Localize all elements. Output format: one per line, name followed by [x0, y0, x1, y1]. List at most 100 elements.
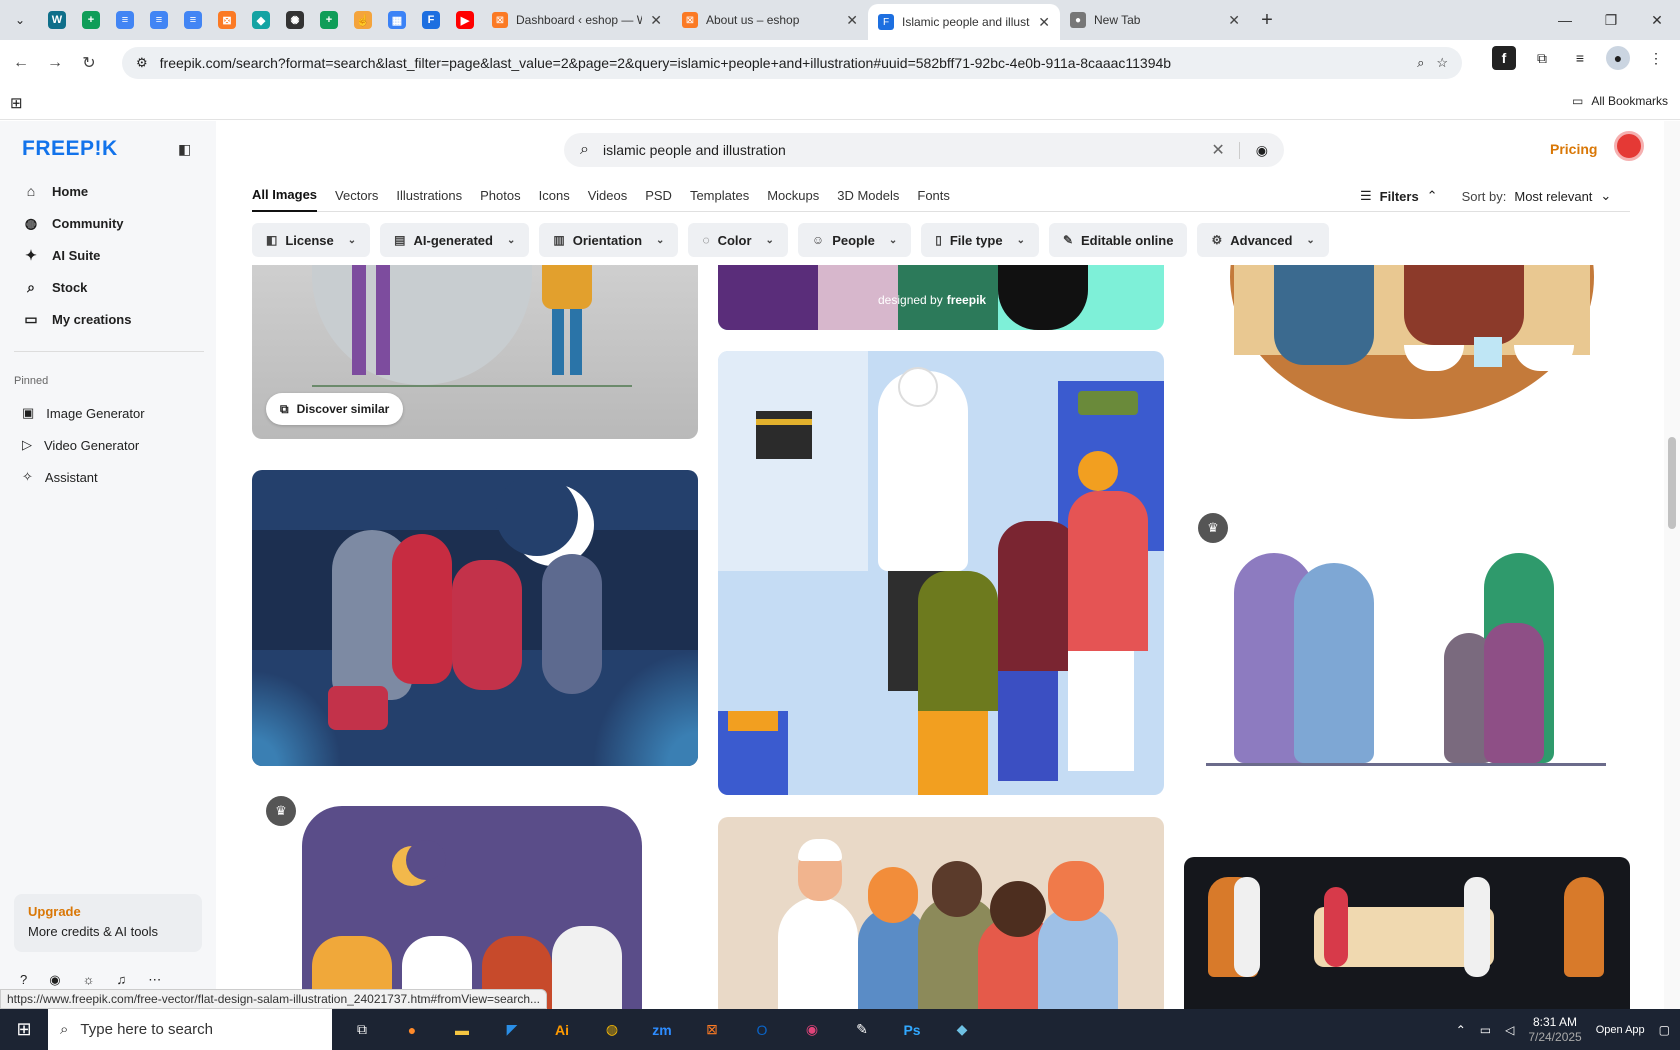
tab-videos[interactable]: Videos — [588, 180, 628, 212]
sidebar-item-stock[interactable]: ⌕ Stock — [14, 271, 204, 303]
image-card[interactable] — [252, 470, 698, 766]
image-card[interactable] — [718, 817, 1164, 1009]
tab-search-chevron-icon[interactable]: ⌄ — [0, 0, 40, 40]
browser-tab[interactable]: ● New Tab ✕ — [1060, 0, 1250, 40]
url-field[interactable]: ⚙ freepik.com/search?format=search&last_… — [122, 47, 1462, 79]
search-bar[interactable]: ⌕ islamic people and illustration ✕ ◉ — [564, 133, 1284, 167]
image-card[interactable] — [1184, 857, 1630, 1009]
tab-icons[interactable]: Icons — [539, 180, 570, 212]
zoom-icon[interactable]: ⌕ — [1417, 55, 1424, 71]
tab-vectors[interactable]: Vectors — [335, 180, 378, 212]
close-tab-icon[interactable]: ✕ — [650, 12, 662, 29]
sidebar-item-my-creations[interactable]: ▭ My creations — [14, 303, 204, 335]
close-window-icon[interactable]: ✕ — [1634, 0, 1680, 40]
taskbar-search[interactable]: ⌕ Type here to search — [48, 1009, 332, 1050]
pinned-tab[interactable]: ≡ — [176, 0, 210, 40]
filter-editable-online[interactable]: ✎ Editable online — [1048, 223, 1188, 257]
collapse-sidebar-icon[interactable]: ◧ — [178, 141, 191, 158]
theme-icon[interactable]: ☼ — [83, 972, 95, 988]
image-card[interactable]: ♛ — [1184, 513, 1630, 783]
tab-templates[interactable]: Templates — [690, 180, 749, 212]
tab-psd[interactable]: PSD — [645, 180, 672, 212]
discord-icon[interactable]: ◉ — [49, 972, 60, 988]
site-info-icon[interactable]: ⚙ — [136, 55, 148, 71]
extensions-puzzle-icon[interactable]: ⧉ — [1530, 46, 1554, 70]
camera-search-icon[interactable]: ◉ — [1238, 141, 1268, 159]
reload-icon[interactable]: ↻ — [72, 46, 106, 80]
close-tab-icon[interactable]: ✕ — [846, 12, 858, 29]
photoshop-icon[interactable]: Ps — [888, 1009, 936, 1050]
image-card[interactable]: designed by freepik — [718, 265, 1164, 330]
upgrade-card[interactable]: Upgrade More credits & AI tools — [14, 894, 202, 952]
pinned-tab[interactable]: ▶ — [448, 0, 482, 40]
minimize-icon[interactable]: — — [1542, 0, 1588, 40]
tab-illustrations[interactable]: Illustrations — [396, 180, 462, 212]
pinned-tab[interactable]: W — [40, 0, 74, 40]
clock[interactable]: 8:31 AM 7/24/2025 — [1528, 1015, 1581, 1045]
filter-orientation[interactable]: ▥ Orientation ⌄ — [539, 223, 679, 257]
pinned-item-image-generator[interactable]: ▣ Image Generator — [14, 397, 204, 429]
pinned-tab[interactable]: ≡ — [142, 0, 176, 40]
pinned-item-assistant[interactable]: ✧ Assistant — [14, 461, 204, 493]
tab-fonts[interactable]: Fonts — [917, 180, 950, 212]
file-explorer-icon[interactable]: ▬ — [438, 1009, 486, 1050]
pen-tool-icon[interactable]: ✎ — [838, 1009, 886, 1050]
media-icon[interactable]: ≡ — [1568, 46, 1592, 70]
pinned-tab[interactable]: ◆ — [244, 0, 278, 40]
app-icon[interactable]: ◆ — [938, 1009, 986, 1050]
tab-photos[interactable]: Photos — [480, 180, 520, 212]
user-avatar[interactable] — [1614, 131, 1644, 161]
search-input[interactable]: islamic people and illustration — [603, 142, 1197, 158]
filter-people[interactable]: ☺ People ⌄ — [797, 223, 912, 257]
scrollbar-thumb[interactable] — [1668, 437, 1676, 529]
image-card[interactable]: ⧉ Discover similar — [252, 265, 698, 439]
forward-icon[interactable]: → — [38, 46, 72, 80]
image-card[interactable] — [1184, 265, 1630, 425]
notifications-icon[interactable]: ▢ — [1659, 1023, 1670, 1037]
sidebar-item-home[interactable]: ⌂ Home — [14, 175, 204, 207]
help-icon[interactable]: ? — [20, 972, 27, 988]
pinned-tab[interactable]: + — [312, 0, 346, 40]
xampp-icon[interactable]: ⊠ — [688, 1009, 736, 1050]
network-icon[interactable]: ▭ — [1480, 1023, 1491, 1037]
filter-advanced[interactable]: ⚙ Advanced ⌄ — [1197, 223, 1329, 257]
pinned-tab[interactable]: ⊠ — [210, 0, 244, 40]
filters-toggle[interactable]: ☰ Filters ⌃ — [1360, 188, 1438, 204]
firefox-icon[interactable]: ● — [388, 1009, 436, 1050]
tab-3d-models[interactable]: 3D Models — [837, 180, 899, 212]
chrome-icon[interactable]: ◍ — [588, 1009, 636, 1050]
browser-tab[interactable]: ⊠ Dashboard ‹ eshop — Wo ✕ — [482, 0, 672, 40]
restore-icon[interactable]: ❐ — [1588, 0, 1634, 40]
all-bookmarks-button[interactable]: ▭ All Bookmarks — [1572, 94, 1668, 108]
profile-avatar-icon[interactable]: ● — [1606, 46, 1630, 70]
apps-grid-icon[interactable]: ⊞ — [10, 94, 23, 112]
pinned-tab[interactable]: ✺ — [278, 0, 312, 40]
discover-similar-button[interactable]: ⧉ Discover similar — [266, 393, 404, 425]
vscode-icon[interactable]: ◤ — [488, 1009, 536, 1050]
filter-color[interactable]: ◌ Color ⌄ — [688, 223, 788, 257]
image-card[interactable] — [718, 351, 1164, 795]
outlook-icon[interactable]: O — [738, 1009, 786, 1050]
zoom-app-icon[interactable]: zm — [638, 1009, 686, 1050]
clear-search-icon[interactable]: ✕ — [1211, 140, 1224, 160]
sort-dropdown[interactable]: Sort by: Most relevant ⌄ — [1462, 188, 1612, 204]
back-icon[interactable]: ← — [4, 46, 38, 80]
tray-chevron-icon[interactable]: ⌃ — [1456, 1023, 1466, 1037]
extension-f-icon[interactable]: f — [1492, 46, 1516, 70]
browser-tab[interactable]: F Islamic people and illustr ✕ — [868, 4, 1060, 40]
more-icon[interactable]: ⋯ — [148, 972, 161, 988]
close-tab-icon[interactable]: ✕ — [1228, 12, 1240, 29]
filter-license[interactable]: ◧ License ⌄ — [252, 223, 371, 257]
task-view-icon[interactable]: ⧉ — [338, 1009, 386, 1050]
sidebar-item-community[interactable]: ◍ Community — [14, 207, 204, 239]
tab-all-images[interactable]: All Images — [252, 180, 318, 212]
bookmark-star-icon[interactable]: ☆ — [1436, 55, 1448, 71]
tab-mockups[interactable]: Mockups — [767, 180, 819, 212]
pinned-tab[interactable]: ☝ — [346, 0, 380, 40]
sidebar-item-ai-suite[interactable]: ✦ AI Suite — [14, 239, 204, 271]
pinned-tab[interactable]: F — [414, 0, 448, 40]
image-card[interactable]: ♛ — [252, 786, 698, 1009]
freepik-logo[interactable]: FREEP!K — [22, 137, 118, 161]
illustrator-icon[interactable]: Ai — [538, 1009, 586, 1050]
filter-ai-generated[interactable]: ▤ AI-generated ⌄ — [380, 223, 530, 257]
